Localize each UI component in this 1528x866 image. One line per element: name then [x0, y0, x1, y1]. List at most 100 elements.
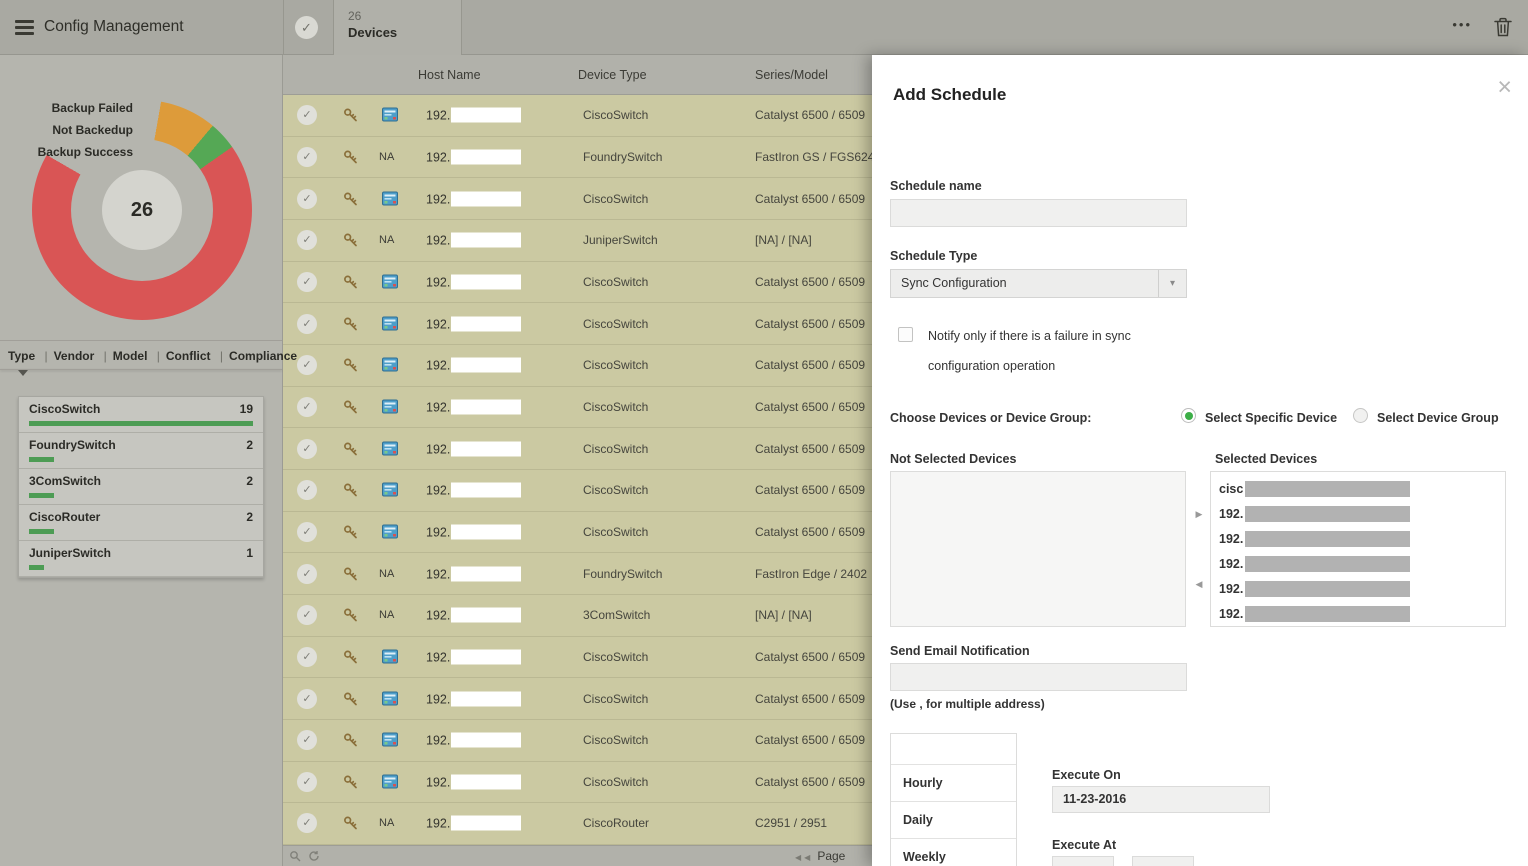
- credentials-key-icon[interactable]: [343, 191, 358, 206]
- device-row[interactable]: ✓ 192. CiscoSwitch Catalyst 6500 / 6509: [283, 678, 872, 720]
- radio-group-label[interactable]: Select Device Group: [1377, 411, 1499, 425]
- row-select-icon[interactable]: ✓: [297, 439, 317, 459]
- notify-checkbox[interactable]: [898, 327, 913, 342]
- selected-device-item[interactable]: 192.: [1211, 601, 1505, 626]
- row-select-icon[interactable]: ✓: [297, 689, 317, 709]
- host-name-cell[interactable]: 192.: [426, 108, 521, 123]
- credentials-key-icon[interactable]: [343, 774, 358, 789]
- row-select-icon[interactable]: ✓: [297, 189, 317, 209]
- schedule-tab[interactable]: Weekly: [891, 839, 1016, 866]
- row-select-icon[interactable]: ✓: [297, 605, 317, 625]
- row-select-icon[interactable]: ✓: [297, 480, 317, 500]
- refresh-icon[interactable]: [308, 850, 320, 865]
- device-row[interactable]: ✓ 192. CiscoSwitch Catalyst 6500 / 6509: [283, 387, 872, 429]
- device-summary-item[interactable]: CiscoRouter 2: [19, 505, 263, 541]
- host-name-cell[interactable]: 192.: [426, 649, 521, 664]
- device-row[interactable]: ✓ 192. CiscoSwitch Catalyst 6500 / 6509: [283, 178, 872, 220]
- device-row[interactable]: ✓ 192. CiscoSwitch Catalyst 6500 / 6509: [283, 637, 872, 679]
- devices-count-tab[interactable]: 26 Devices: [333, 0, 462, 55]
- credentials-key-icon[interactable]: [343, 274, 358, 289]
- row-select-icon[interactable]: ✓: [297, 314, 317, 334]
- host-name-cell[interactable]: 192.: [426, 233, 521, 248]
- device-row[interactable]: ✓ 192. CiscoSwitch Catalyst 6500 / 6509: [283, 303, 872, 345]
- column-device-type[interactable]: Device Type: [578, 55, 647, 95]
- selected-device-item[interactable]: 192.: [1211, 501, 1505, 526]
- device-row[interactable]: ✓ 192. CiscoSwitch Catalyst 6500 / 6509: [283, 762, 872, 804]
- sidebar-tab[interactable]: Type: [8, 349, 35, 363]
- device-summary-item[interactable]: FoundrySwitch 2: [19, 433, 263, 469]
- row-select-icon[interactable]: ✓: [297, 230, 317, 250]
- radio-select-device-group[interactable]: [1353, 408, 1368, 423]
- row-select-icon[interactable]: ✓: [297, 355, 317, 375]
- credentials-key-icon[interactable]: [343, 316, 358, 331]
- sidebar-tab[interactable]: Conflict: [151, 349, 211, 363]
- device-row[interactable]: ✓ NA 192. FoundrySwitch FastIron GS / FG…: [283, 137, 872, 179]
- device-row[interactable]: ✓ 192. CiscoSwitch Catalyst 6500 / 6509: [283, 720, 872, 762]
- credentials-key-icon[interactable]: [343, 399, 358, 414]
- schedule-tab[interactable]: Hourly: [891, 765, 1016, 802]
- selected-devices-listbox[interactable]: cisc 192. 192. 192. 192. 192.: [1210, 471, 1506, 627]
- row-select-icon[interactable]: ✓: [297, 522, 317, 542]
- host-name-cell[interactable]: 192.: [426, 524, 521, 539]
- close-icon[interactable]: ×: [1497, 75, 1512, 100]
- search-icon[interactable]: [289, 850, 301, 865]
- prev-page-icon[interactable]: ◀: [804, 853, 810, 862]
- credentials-key-icon[interactable]: [343, 691, 358, 706]
- credentials-key-icon[interactable]: [343, 733, 358, 748]
- row-select-icon[interactable]: ✓: [297, 772, 317, 792]
- host-name-cell[interactable]: 192.: [426, 483, 521, 498]
- execute-on-date-input[interactable]: 11-23-2016: [1052, 786, 1270, 813]
- host-name-cell[interactable]: 192.: [426, 274, 521, 289]
- row-select-icon[interactable]: ✓: [297, 730, 317, 750]
- credentials-key-icon[interactable]: [343, 108, 358, 123]
- trash-icon[interactable]: [1494, 17, 1514, 39]
- host-name-cell[interactable]: 192.: [426, 816, 521, 831]
- host-name-cell[interactable]: 192.: [426, 316, 521, 331]
- row-select-icon[interactable]: ✓: [297, 813, 317, 833]
- sidebar-tab[interactable]: Vendor: [38, 349, 94, 363]
- credentials-key-icon[interactable]: [343, 233, 358, 248]
- row-select-icon[interactable]: ✓: [297, 564, 317, 584]
- device-summary-item[interactable]: 3ComSwitch 2: [19, 469, 263, 505]
- host-name-cell[interactable]: 192.: [426, 774, 521, 789]
- credentials-key-icon[interactable]: [343, 649, 358, 664]
- selected-device-item[interactable]: cisc: [1211, 476, 1505, 501]
- column-series-model[interactable]: Series/Model: [755, 55, 828, 95]
- host-name-cell[interactable]: 192.: [426, 441, 521, 456]
- execute-at-minute-select[interactable]: [1132, 856, 1194, 866]
- radio-select-specific-device[interactable]: [1181, 408, 1196, 423]
- host-name-cell[interactable]: 192.: [426, 566, 521, 581]
- hamburger-menu-icon[interactable]: [15, 20, 34, 36]
- credentials-key-icon[interactable]: [343, 441, 358, 456]
- row-select-icon[interactable]: ✓: [297, 147, 317, 167]
- schedule-tab[interactable]: Daily: [891, 802, 1016, 839]
- device-row[interactable]: ✓ 192. CiscoSwitch Catalyst 6500 / 6509: [283, 428, 872, 470]
- selected-device-item[interactable]: 192.: [1211, 551, 1505, 576]
- row-select-icon[interactable]: ✓: [297, 272, 317, 292]
- host-name-cell[interactable]: 192.: [426, 358, 521, 373]
- credentials-key-icon[interactable]: [343, 483, 358, 498]
- select-all-icon[interactable]: ✓: [295, 16, 318, 39]
- chevron-down-icon[interactable]: ▾: [1158, 270, 1186, 297]
- row-select-icon[interactable]: ✓: [297, 397, 317, 417]
- device-row[interactable]: ✓ 192. CiscoSwitch Catalyst 6500 / 6509: [283, 95, 872, 137]
- row-select-icon[interactable]: ✓: [297, 105, 317, 125]
- device-row[interactable]: ✓ 192. CiscoSwitch Catalyst 6500 / 6509: [283, 470, 872, 512]
- host-name-cell[interactable]: 192.: [426, 691, 521, 706]
- device-row[interactable]: ✓ NA 192. CiscoRouter C2951 / 2951: [283, 803, 872, 845]
- host-name-cell[interactable]: 192.: [426, 733, 521, 748]
- selected-device-item[interactable]: 192.: [1211, 576, 1505, 601]
- row-select-icon[interactable]: ✓: [297, 647, 317, 667]
- first-page-icon[interactable]: ◀: [795, 853, 801, 862]
- credentials-key-icon[interactable]: [343, 608, 358, 623]
- schedule-type-select[interactable]: Sync Configuration ▾: [890, 269, 1187, 298]
- credentials-key-icon[interactable]: [343, 816, 358, 831]
- credentials-key-icon[interactable]: [343, 358, 358, 373]
- credentials-key-icon[interactable]: [343, 524, 358, 539]
- device-summary-item[interactable]: JuniperSwitch 1: [19, 541, 263, 577]
- sidebar-tab[interactable]: Model: [98, 349, 148, 363]
- radio-specific-label[interactable]: Select Specific Device: [1205, 411, 1337, 425]
- schedule-name-input[interactable]: [890, 199, 1187, 227]
- device-row[interactable]: ✓ 192. CiscoSwitch Catalyst 6500 / 6509: [283, 345, 872, 387]
- move-left-icon[interactable]: ◀: [1188, 571, 1210, 597]
